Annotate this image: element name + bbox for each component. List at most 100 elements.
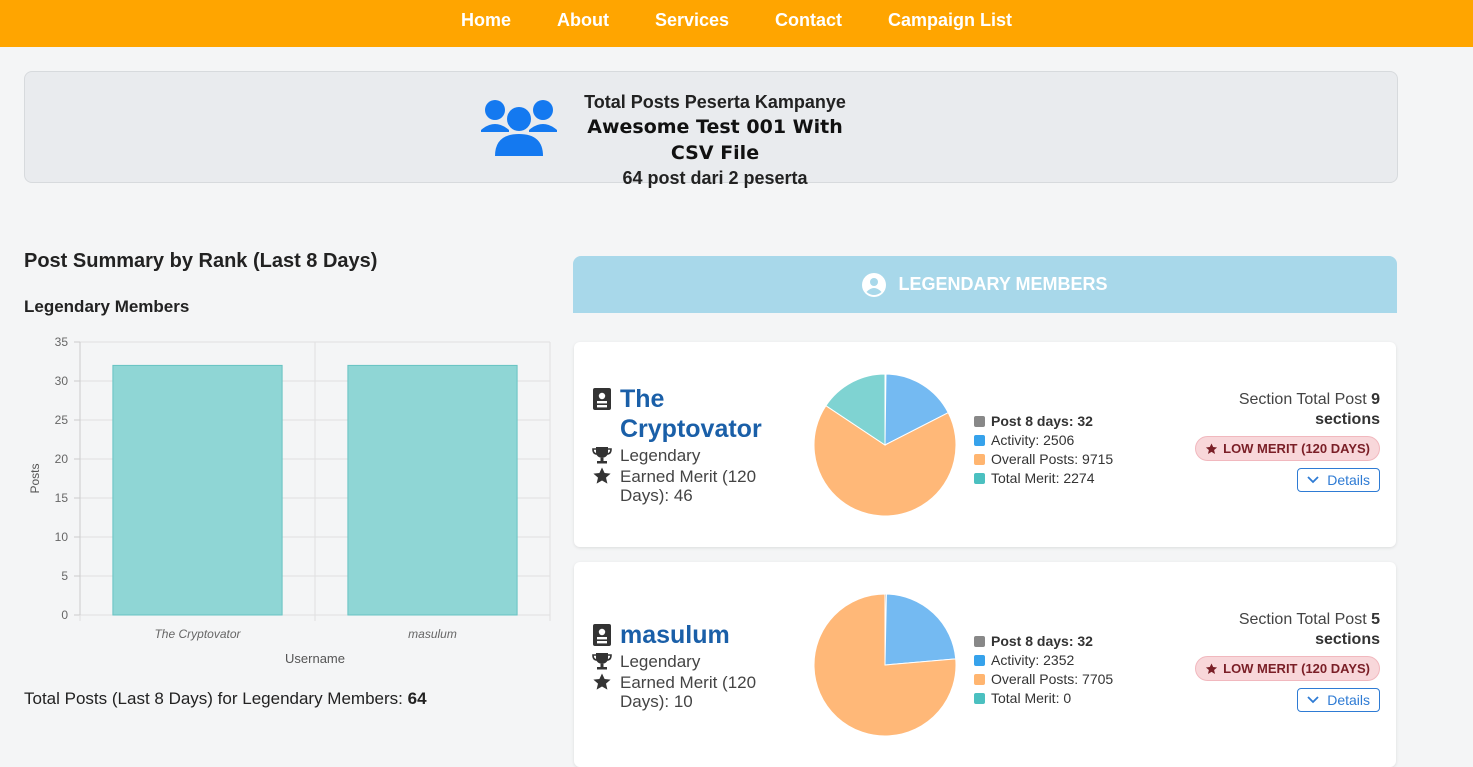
member-card: The Cryptovator Legendary Earned Merit (… bbox=[574, 342, 1396, 547]
y-tick-label: 30 bbox=[55, 374, 69, 388]
y-tick-label: 5 bbox=[61, 569, 68, 583]
legend-swatch bbox=[974, 636, 985, 647]
member-info: The Cryptovator Legendary Earned Merit (… bbox=[592, 384, 782, 505]
member-info: masulum Legendary Earned Merit (120 Days… bbox=[592, 620, 782, 711]
legend-merit: Total Merit: 0 bbox=[974, 689, 1113, 708]
member-merit-label: Earned Merit (120 Days): 10 bbox=[620, 673, 757, 711]
star-icon bbox=[593, 467, 611, 484]
low-merit-badge: LOW MERIT (120 DAYS) bbox=[1195, 436, 1380, 461]
legend-merit: Total Merit: 2274 bbox=[974, 469, 1113, 488]
chevron-down-icon bbox=[1307, 476, 1319, 484]
y-axis-label: Posts bbox=[28, 463, 42, 493]
section-suffix: sections bbox=[1315, 411, 1380, 428]
summary-title: Post Summary by Rank (Last 8 Days) bbox=[24, 250, 378, 272]
member-card: masulum Legendary Earned Merit (120 Days… bbox=[574, 562, 1396, 767]
section-count: 5 bbox=[1371, 611, 1380, 628]
section-info: Section Total Post 9 sections LOW MERIT (… bbox=[1160, 390, 1380, 492]
section-suffix: sections bbox=[1315, 631, 1380, 648]
users-icon bbox=[481, 100, 557, 156]
nav-campaign-list[interactable]: Campaign List bbox=[865, 0, 1035, 40]
legend-posts8: Post 8 days: 32 bbox=[974, 412, 1113, 431]
user-circle-icon bbox=[862, 272, 887, 297]
legend-swatch bbox=[974, 416, 985, 427]
star-icon bbox=[593, 673, 611, 690]
legend-swatch bbox=[974, 674, 985, 685]
legend-swatch bbox=[974, 435, 985, 446]
member-pie-chart bbox=[813, 373, 957, 517]
member-name-link[interactable]: masulum bbox=[620, 620, 770, 650]
nav-about[interactable]: About bbox=[534, 0, 632, 40]
star-icon bbox=[1206, 442, 1218, 454]
section-total: Section Total Post 5 sections bbox=[1160, 610, 1380, 650]
campaign-banner: Total Posts Peserta Kampanye Awesome Tes… bbox=[24, 71, 1398, 188]
legend-label: Activity: 2352 bbox=[991, 652, 1075, 668]
trophy-icon bbox=[592, 653, 612, 670]
section-total: Section Total Post 9 sections bbox=[1160, 390, 1380, 430]
legend-overall: Overall Posts: 7705 bbox=[974, 670, 1113, 689]
legendary-members-title: LEGENDARY MEMBERS bbox=[898, 274, 1108, 294]
member-rank-label: Legendary bbox=[620, 652, 701, 671]
x-tick-label: The Cryptovator bbox=[154, 627, 241, 641]
member-rank: Legendary bbox=[592, 446, 782, 465]
y-tick-label: 35 bbox=[55, 335, 69, 349]
summary-subtitle: Legendary Members bbox=[24, 297, 190, 316]
member-merit: Earned Merit (120 Days): 46 bbox=[592, 467, 782, 505]
campaign-name: Awesome Test 001 With CSV File bbox=[587, 116, 843, 164]
member-name-row: masulum bbox=[592, 620, 782, 650]
legend-label: Total Merit: 0 bbox=[991, 690, 1072, 706]
pie-legend: Post 8 days: 32 Activity: 2506 Overall P… bbox=[974, 412, 1113, 488]
banner-text: Total Posts Peserta Kampanye Awesome Tes… bbox=[565, 90, 865, 190]
member-name-row: The Cryptovator bbox=[592, 384, 782, 444]
trophy-icon bbox=[592, 447, 612, 464]
bar bbox=[112, 364, 283, 616]
chevron-down-icon bbox=[1307, 696, 1319, 704]
member-name-link[interactable]: The Cryptovator bbox=[620, 384, 770, 444]
y-tick-label: 25 bbox=[55, 413, 69, 427]
section-info: Section Total Post 5 sections LOW MERIT (… bbox=[1160, 610, 1380, 712]
legend-label: Post 8 days: 32 bbox=[991, 633, 1093, 649]
low-merit-badge: LOW MERIT (120 DAYS) bbox=[1195, 656, 1380, 681]
nav-contact[interactable]: Contact bbox=[752, 0, 865, 40]
pie-slice-activity bbox=[884, 593, 957, 666]
total-posts-line: Total Posts (Last 8 Days) for Legendary … bbox=[24, 689, 427, 709]
pie-legend: Post 8 days: 32 Activity: 2352 Overall P… bbox=[974, 632, 1113, 708]
details-label: Details bbox=[1327, 472, 1370, 488]
section-total-label: Section Total Post bbox=[1238, 391, 1372, 408]
bar bbox=[347, 364, 518, 616]
member-rank-label: Legendary bbox=[620, 446, 701, 465]
legend-swatch bbox=[974, 693, 985, 704]
legend-label: Overall Posts: 9715 bbox=[991, 451, 1114, 467]
section-total-label: Section Total Post bbox=[1238, 611, 1372, 628]
total-posts-value: 64 bbox=[407, 689, 427, 708]
nav-home[interactable]: Home bbox=[438, 0, 534, 40]
nav-services[interactable]: Services bbox=[632, 0, 752, 40]
legend-swatch bbox=[974, 454, 985, 465]
member-merit: Earned Merit (120 Days): 10 bbox=[592, 673, 782, 711]
legend-activity: Activity: 2352 bbox=[974, 651, 1113, 670]
y-tick-label: 20 bbox=[55, 452, 69, 466]
id-badge-icon bbox=[593, 624, 611, 646]
legend-overall: Overall Posts: 9715 bbox=[974, 450, 1113, 469]
legend-label: Post 8 days: 32 bbox=[991, 413, 1093, 429]
star-icon bbox=[1206, 662, 1218, 674]
legend-label: Total Merit: 2274 bbox=[991, 470, 1095, 486]
details-button[interactable]: Details bbox=[1297, 468, 1380, 492]
member-rank: Legendary bbox=[592, 652, 782, 671]
y-tick-label: 10 bbox=[55, 530, 69, 544]
x-tick-label: masulum bbox=[408, 627, 457, 641]
y-tick-label: 15 bbox=[55, 491, 69, 505]
details-label: Details bbox=[1327, 692, 1370, 708]
section-count: 9 bbox=[1371, 391, 1380, 408]
legend-label: Activity: 2506 bbox=[991, 432, 1075, 448]
low-merit-label: LOW MERIT (120 DAYS) bbox=[1223, 441, 1370, 456]
legendary-members-header: LEGENDARY MEMBERS bbox=[573, 256, 1397, 313]
posts-bar-chart: 0 5 10 15 20 25 30 35 The Cryptovator masulum User… bbox=[28, 335, 551, 666]
details-button[interactable]: Details bbox=[1297, 688, 1380, 712]
member-pie-chart bbox=[813, 593, 957, 737]
legend-posts8: Post 8 days: 32 bbox=[974, 632, 1113, 651]
legend-swatch bbox=[974, 655, 985, 666]
y-tick-label: 0 bbox=[61, 608, 68, 622]
legend-label: Overall Posts: 7705 bbox=[991, 671, 1114, 687]
id-badge-icon bbox=[593, 388, 611, 410]
campaign-stats: 64 post dari 2 peserta bbox=[622, 168, 808, 188]
